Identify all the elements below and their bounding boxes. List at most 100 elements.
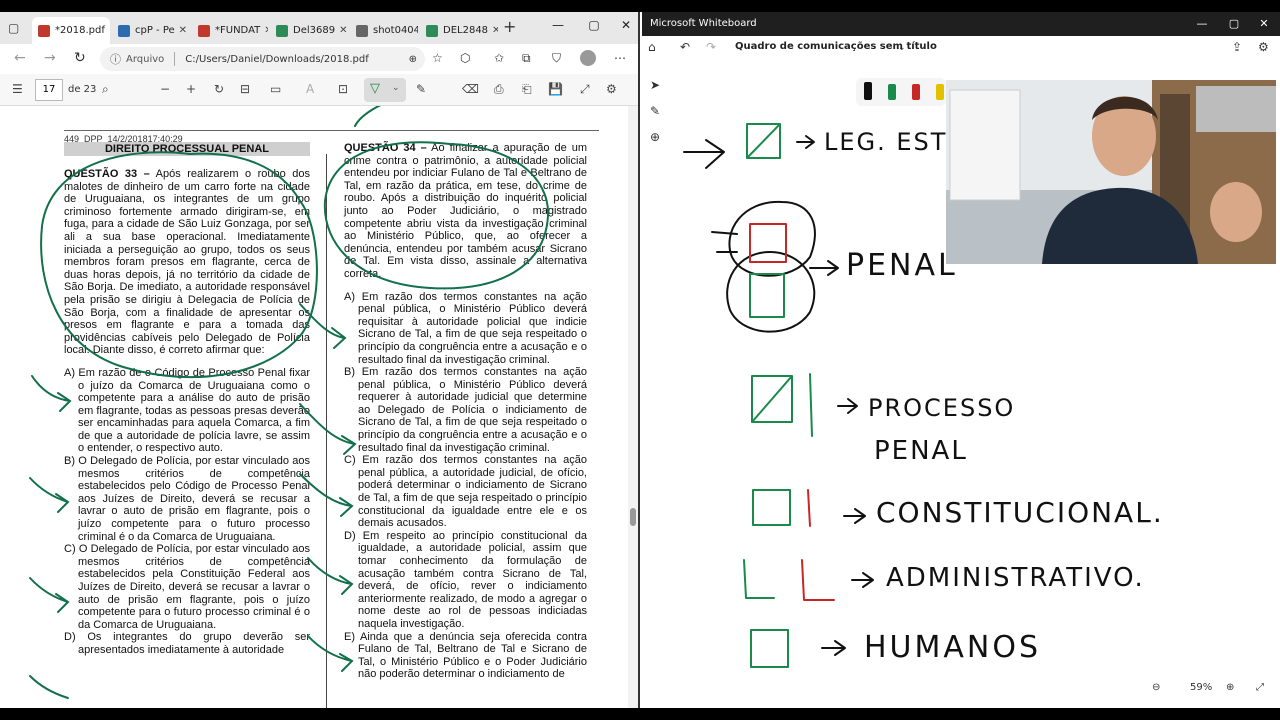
- fit-icon[interactable]: ⤢: [1256, 682, 1264, 693]
- pen-yellow[interactable]: [936, 84, 944, 100]
- save-icon[interactable]: 💾: [548, 82, 563, 96]
- page-number-input[interactable]: 17: [35, 79, 63, 101]
- shield-icon[interactable]: ⛉: [552, 51, 561, 66]
- eraser-icon[interactable]: ⌫: [462, 82, 479, 96]
- rotate-icon[interactable]: ↻: [214, 82, 224, 96]
- tab-2[interactable]: cpP - Pe ✕: [112, 17, 190, 44]
- header-rule: [64, 130, 599, 131]
- chevron-down-icon[interactable]: ⌄: [898, 43, 906, 53]
- minimize-button[interactable]: —: [548, 18, 568, 32]
- minimize-button[interactable]: —: [1192, 12, 1212, 36]
- pen-tray: [856, 78, 946, 106]
- find-icon[interactable]: ⌕: [102, 82, 109, 97]
- tab-label: cpP - Pe: [135, 25, 175, 36]
- page-total: de 23: [68, 84, 97, 95]
- page-icon: [356, 24, 368, 37]
- tab-6[interactable]: DEL2848✕: [420, 17, 498, 44]
- browser-window: ▢ *2018.pdf✕cpP - Pe✕*FUNDAT✕Del3689✕sho…: [0, 12, 640, 708]
- question-label: QUESTÃO 34 –: [344, 142, 427, 154]
- refresh-icon[interactable]: ↻: [74, 50, 86, 66]
- zoom-in-icon[interactable]: +: [186, 82, 196, 96]
- label-constitucional: CONSTITUCIONAL.: [876, 496, 1164, 529]
- zoom-in-icon[interactable]: ⊕: [1226, 682, 1234, 693]
- close-button[interactable]: ✕: [1254, 12, 1274, 36]
- add-icon[interactable]: ⊕: [650, 130, 660, 144]
- back-icon[interactable]: ←: [14, 50, 26, 66]
- address-bar[interactable]: ⓘ Arquivo C:/Users/Daniel/Downloads/2018…: [100, 47, 425, 71]
- whiteboard-title-bar: Microsoft Whiteboard — ▢ ✕: [642, 12, 1280, 36]
- select-icon[interactable]: ➤: [650, 78, 660, 92]
- arrow-1: [796, 135, 815, 149]
- settings-icon[interactable]: ⚙: [1258, 40, 1269, 54]
- question-34: QUESTÃO 34 – Ao finalizar a apuração de …: [344, 142, 587, 681]
- redo-icon[interactable]: ↷: [706, 40, 716, 54]
- read-aloud-icon[interactable]: A: [306, 82, 314, 96]
- tab-1[interactable]: *2018.pdf✕: [32, 17, 110, 44]
- green-box-checked: [746, 123, 781, 159]
- draw-icon: ▽: [370, 81, 380, 96]
- red-bar-const: [807, 489, 811, 527]
- favorites-icon[interactable]: ✩: [494, 51, 504, 65]
- avatar[interactable]: [580, 50, 596, 66]
- collections-icon[interactable]: ⧉: [522, 51, 531, 66]
- undo-icon[interactable]: ↶: [680, 40, 690, 54]
- chevron-down-icon: ⌄: [392, 83, 400, 93]
- fullscreen-icon[interactable]: ⤢: [580, 82, 590, 97]
- immersive-icon[interactable]: ⊡: [338, 82, 348, 96]
- close-tab-icon[interactable]: ✕: [260, 25, 268, 36]
- tab-strip: ▢ *2018.pdf✕cpP - Pe✕*FUNDAT✕Del3689✕sho…: [0, 12, 638, 44]
- home-icon[interactable]: ⌂: [648, 40, 656, 54]
- zoom-out-icon[interactable]: ⊖: [1152, 682, 1160, 693]
- green-box-penal: [749, 273, 785, 318]
- contents-icon[interactable]: ☰: [12, 82, 23, 96]
- label-processo: PROCESSO: [868, 394, 1016, 422]
- pen-black[interactable]: [864, 82, 872, 100]
- pen-red[interactable]: [912, 84, 920, 100]
- favorite-icon[interactable]: ☆: [432, 51, 443, 65]
- new-tab-button[interactable]: +: [503, 17, 516, 36]
- pen-icon[interactable]: ✎: [650, 104, 660, 118]
- page-view-icon[interactable]: ▭: [270, 82, 281, 96]
- share-icon[interactable]: ⇪: [1232, 40, 1242, 54]
- url-text[interactable]: C:/Users/Daniel/Downloads/2018.pdf: [185, 54, 368, 65]
- tab-4[interactable]: Del3689 ✕: [270, 17, 348, 44]
- close-button[interactable]: ✕: [616, 18, 636, 32]
- pen-green[interactable]: [888, 84, 896, 100]
- tab-actions-icon[interactable]: ▢: [8, 21, 19, 35]
- option-e: E) Ainda que a denúncia seja oferecida c…: [344, 630, 587, 681]
- close-tab-icon[interactable]: ✕: [105, 25, 110, 36]
- forward-icon[interactable]: →: [44, 50, 56, 66]
- tab-5[interactable]: shot0404✕: [350, 17, 418, 44]
- more-icon[interactable]: ⋯: [614, 51, 626, 65]
- webcam-overlay: [946, 80, 1276, 264]
- pdf-icon: [198, 24, 210, 37]
- arrow-6: [821, 640, 846, 656]
- arrow-5: [851, 572, 874, 588]
- draw-button[interactable]: ▽ ⌄: [364, 78, 406, 102]
- close-tab-icon[interactable]: ✕: [335, 25, 347, 36]
- fit-page-icon[interactable]: ⊟: [240, 82, 250, 96]
- zoom-level: 59%: [1190, 682, 1213, 693]
- zoom-out-icon[interactable]: −: [160, 82, 170, 96]
- green-box-processo: [751, 375, 793, 423]
- close-tab-icon[interactable]: ✕: [175, 25, 187, 36]
- whiteboard-window: Microsoft Whiteboard — ▢ ✕ ⌂ ↶ ↷ Quadro …: [642, 12, 1280, 708]
- maximize-button[interactable]: ▢: [584, 18, 604, 32]
- print-icon[interactable]: ⎙: [494, 82, 504, 97]
- settings-icon[interactable]: ⚙: [606, 82, 617, 96]
- extension-icon[interactable]: ⬡: [460, 51, 470, 65]
- maximize-button[interactable]: ▢: [1224, 12, 1244, 36]
- save-as-icon[interactable]: ⎗: [522, 82, 532, 97]
- highlight-icon[interactable]: ✎: [416, 82, 426, 96]
- zoom-icon[interactable]: ⊕: [409, 54, 417, 65]
- red-box-penal: [749, 223, 787, 263]
- info-icon[interactable]: ⓘ: [110, 51, 121, 67]
- ink-mark-c: [29, 577, 70, 613]
- close-tab-icon[interactable]: ✕: [488, 25, 498, 36]
- tab-label: shot0404: [373, 25, 418, 36]
- tab-3[interactable]: *FUNDAT✕: [192, 17, 268, 44]
- double-circle-1: [728, 200, 816, 277]
- board-name[interactable]: Quadro de comunicações sem título: [735, 41, 937, 52]
- scrollbar[interactable]: [628, 106, 638, 708]
- scrollbar-thumb[interactable]: [630, 508, 636, 526]
